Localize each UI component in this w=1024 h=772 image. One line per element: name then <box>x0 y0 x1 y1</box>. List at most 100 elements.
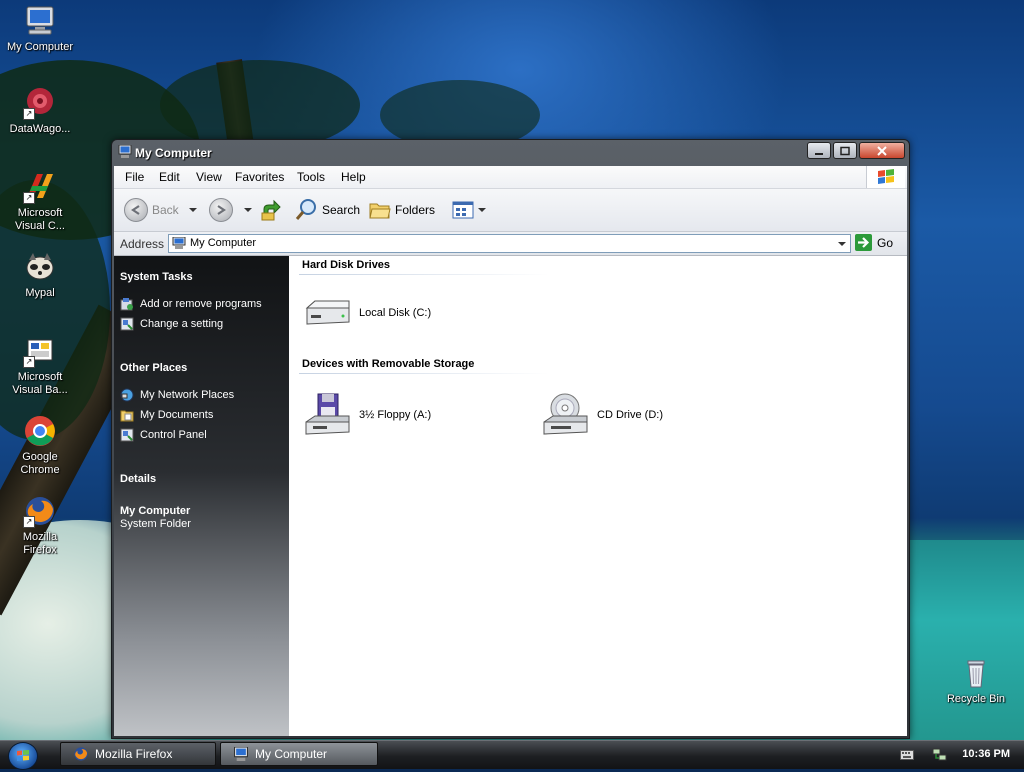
close-button[interactable] <box>859 142 905 159</box>
search-button[interactable]: Search <box>294 198 360 222</box>
window-titlebar[interactable]: My Computer <box>112 140 909 164</box>
network-icon[interactable] <box>932 747 948 763</box>
desktop-icon-recycle-bin[interactable]: Recycle Bin <box>936 656 1016 706</box>
folder-icon <box>369 203 391 219</box>
chevron-down-icon <box>189 208 197 212</box>
toolbar: Back Search Folders <box>114 189 907 232</box>
computer-icon <box>118 144 132 158</box>
desktop-icon-mypal[interactable]: Mypal <box>0 250 80 300</box>
task-label: Add or remove programs <box>140 298 262 310</box>
windows-logo-icon <box>866 166 905 188</box>
recycle-bin-icon <box>959 656 993 690</box>
go-button[interactable]: Go <box>855 234 893 251</box>
visual-basic-icon: ↗ <box>23 334 57 368</box>
control-panel-icon <box>120 317 134 331</box>
desktop-icon-firefox[interactable]: ↗ Mozilla Firefox <box>0 494 80 557</box>
keyboard-icon[interactable] <box>900 750 914 760</box>
visual-c-icon: ↗ <box>23 170 57 204</box>
forward-dropdown[interactable] <box>244 198 252 222</box>
place-label: Control Panel <box>140 429 207 441</box>
desktop-icon-chrome[interactable]: Google Chrome <box>0 414 80 477</box>
drive-label: CD Drive (D:) <box>597 409 663 421</box>
taskbar-button-my-computer[interactable]: My Computer <box>220 742 378 766</box>
system-tasks-title: System Tasks <box>120 271 193 283</box>
taskbar-button-firefox[interactable]: Mozilla Firefox <box>60 742 216 766</box>
system-tray: 10:36 PM <box>894 741 1024 769</box>
shortcut-arrow-icon: ↗ <box>23 356 35 368</box>
start-button[interactable] <box>8 742 38 770</box>
forward-button[interactable] <box>209 198 233 222</box>
menu-view[interactable]: View <box>196 170 222 184</box>
desktop-icon-label: Microsoft Visual Ba... <box>12 371 68 396</box>
chevron-down-icon <box>838 241 846 246</box>
desktop-icon-visual-basic[interactable]: ↗ Microsoft Visual Ba... <box>0 334 80 397</box>
details-title: Details <box>120 473 157 485</box>
shortcut-arrow-icon: ↗ <box>23 108 35 120</box>
desktop-icon-visual-c[interactable]: ↗ Microsoft Visual C... <box>0 170 80 233</box>
address-label: Address <box>120 237 165 251</box>
address-dropdown[interactable] <box>834 235 850 252</box>
maximize-button[interactable] <box>833 142 857 159</box>
search-icon <box>295 199 316 220</box>
folders-label: Folders <box>395 203 436 217</box>
my-documents-icon <box>120 410 134 422</box>
place-control-panel[interactable]: Control Panel <box>120 428 207 442</box>
views-icon <box>452 201 474 219</box>
place-label: My Documents <box>140 409 214 421</box>
back-dropdown[interactable] <box>189 198 197 222</box>
control-panel-icon <box>120 428 134 442</box>
menu-tools[interactable]: Tools <box>297 170 325 184</box>
firefox-icon <box>74 747 88 761</box>
address-value: My Computer <box>190 237 257 249</box>
views-button[interactable] <box>452 198 486 222</box>
menu-favorites[interactable]: Favorites <box>235 170 284 184</box>
other-places-title: Other Places <box>120 362 188 374</box>
my-computer-window: My Computer File Edit View Favorites Too… <box>111 139 910 739</box>
desktop-icon-datawagon[interactable]: ↗ DataWago... <box>0 86 80 136</box>
task-pane: System Tasks Add or remove programs Chan… <box>114 256 289 736</box>
address-input[interactable]: My Computer <box>168 234 851 253</box>
add-remove-programs-icon <box>120 298 133 311</box>
taskbar-button-label: Mozilla Firefox <box>95 747 173 761</box>
task-add-remove-programs[interactable]: Add or remove programs <box>120 297 262 311</box>
computer-icon <box>172 236 186 249</box>
network-places-icon <box>120 388 134 402</box>
desktop-icon-label: Google Chrome <box>20 451 60 476</box>
floppy-drive-icon <box>305 393 350 435</box>
drive-cd-d[interactable]: CD Drive (D:) <box>541 392 663 438</box>
forward-arrow-icon <box>209 198 233 222</box>
desktop-icon-label: Mypal <box>25 287 55 299</box>
window-controls <box>807 142 905 159</box>
minimize-button[interactable] <box>807 142 831 159</box>
desktop-icon-my-computer[interactable]: My Computer <box>0 4 80 54</box>
computer-icon <box>23 4 57 38</box>
taskbar: Mozilla Firefox My Computer 10:36 PM <box>0 740 1024 770</box>
place-label: My Network Places <box>140 389 235 401</box>
group-removable-storage: Devices with Removable Storage <box>302 358 475 370</box>
clock[interactable]: 10:36 PM <box>962 748 1010 760</box>
datawagon-icon: ↗ <box>23 86 57 120</box>
go-arrow-icon <box>855 234 872 251</box>
drive-local-disk-c[interactable]: Local Disk (C:) <box>303 298 431 328</box>
back-label: Back <box>152 203 179 217</box>
search-label: Search <box>322 203 361 217</box>
chrome-icon <box>23 414 57 448</box>
menu-edit[interactable]: Edit <box>159 170 180 184</box>
details-item-type: System Folder <box>120 518 191 530</box>
go-label: Go <box>877 235 894 250</box>
place-my-documents[interactable]: My Documents <box>120 408 213 422</box>
drive-floppy-a[interactable]: 3½ Floppy (A:) <box>303 392 431 438</box>
task-change-setting[interactable]: Change a setting <box>120 317 223 331</box>
task-label: Change a setting <box>140 318 224 330</box>
up-folder-button[interactable] <box>260 198 282 222</box>
mypal-icon <box>23 250 57 284</box>
folders-button[interactable]: Folders <box>369 198 435 222</box>
place-my-network-places[interactable]: My Network Places <box>120 388 234 402</box>
group-hard-disk-drives: Hard Disk Drives <box>302 259 391 271</box>
shortcut-arrow-icon: ↗ <box>23 192 35 204</box>
back-button[interactable]: Back <box>124 198 179 222</box>
menu-help[interactable]: Help <box>341 170 366 184</box>
chevron-down-icon <box>478 208 486 212</box>
menu-file[interactable]: File <box>125 170 144 184</box>
hard-disk-icon <box>305 300 350 325</box>
